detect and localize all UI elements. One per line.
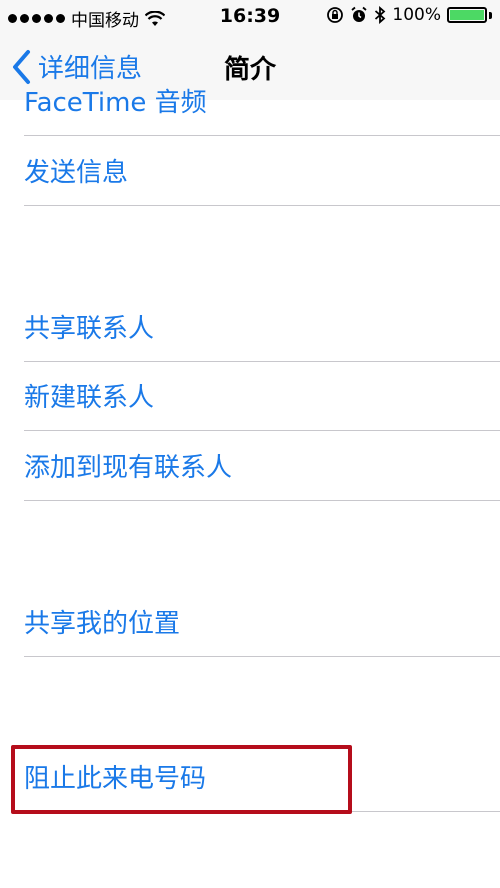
alarm-icon [351, 6, 367, 22]
highlight-box [11, 745, 352, 814]
row-send-message-label: 发送信息 [24, 158, 129, 188]
orientation-lock-icon [327, 7, 344, 23]
row-new-contact[interactable]: 新建联系人 [0, 363, 500, 431]
battery-percent: 100% [392, 5, 441, 25]
status-right: 100% [326, 5, 492, 25]
row-share-contact[interactable]: 共享联系人 [0, 294, 500, 362]
row-new-contact-label: 新建联系人 [24, 383, 155, 413]
battery-icon [447, 7, 487, 23]
row-facetime-audio-label: FaceTime 音频 [24, 88, 207, 118]
row-share-location-label: 共享我的位置 [24, 609, 181, 639]
battery-cap [489, 11, 492, 19]
row-add-to-existing-contact[interactable]: 添加到现有联系人 [0, 433, 500, 501]
row-send-message[interactable]: 发送信息 [0, 138, 500, 206]
status-bar: 中国移动 16:39 100% [0, 0, 500, 34]
separator [24, 430, 500, 431]
separator [24, 135, 500, 136]
row-share-contact-label: 共享联系人 [24, 314, 155, 344]
bluetooth-icon [375, 6, 386, 24]
separator [24, 656, 500, 657]
row-facetime-audio[interactable]: FaceTime 音频 [0, 68, 500, 136]
battery-fill [450, 10, 484, 20]
separator [24, 361, 500, 362]
row-add-to-existing-label: 添加到现有联系人 [24, 453, 233, 483]
row-share-my-location[interactable]: 共享我的位置 [0, 589, 500, 657]
separator [24, 500, 500, 501]
separator [24, 205, 500, 206]
